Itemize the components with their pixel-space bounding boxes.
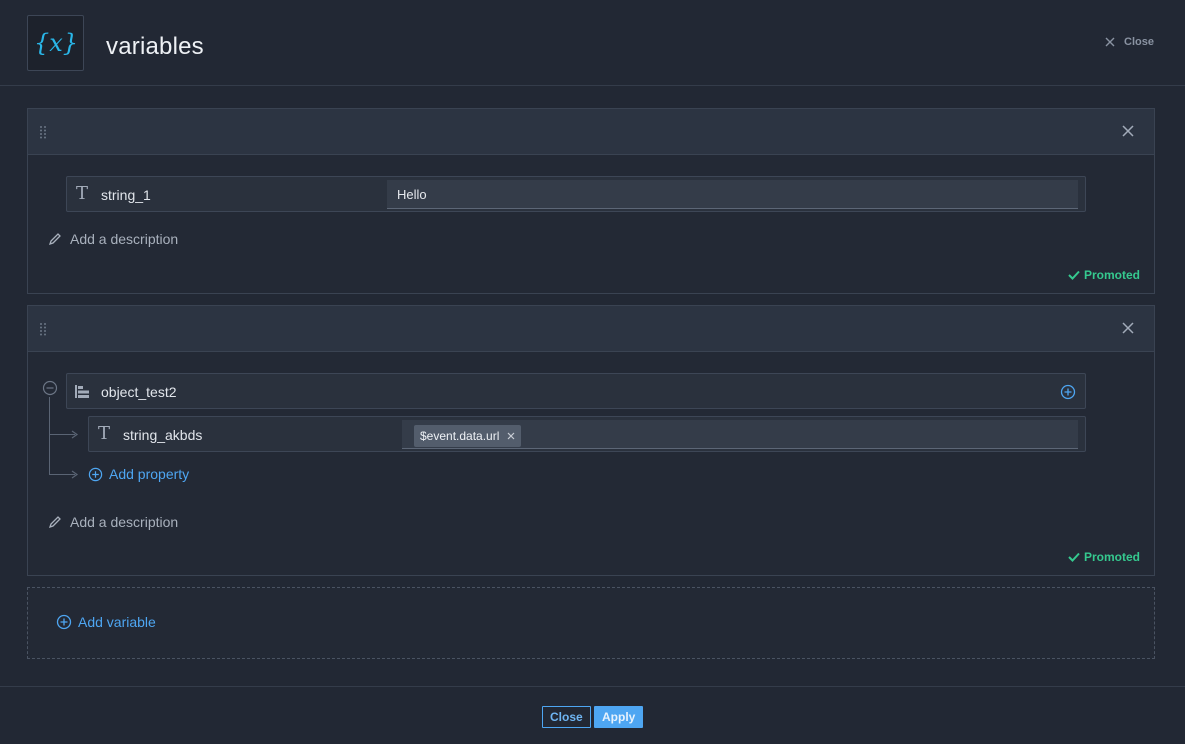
- variable-name: object_test2: [101, 384, 177, 400]
- card-header: [28, 109, 1154, 155]
- variable-card: T string_1 Hello Add a description Promo…: [27, 108, 1155, 294]
- svg-text:{x}: {x}: [36, 29, 76, 57]
- drag-handle-icon[interactable]: [39, 322, 47, 336]
- variable-name: string_1: [101, 187, 151, 203]
- remove-variable-icon[interactable]: [1122, 322, 1134, 334]
- close-button[interactable]: Close: [542, 706, 591, 728]
- apply-button[interactable]: Apply: [594, 706, 644, 728]
- expression-chip: $event.data.url: [414, 425, 522, 447]
- close-dialog-button[interactable]: Close: [1105, 36, 1154, 48]
- status-label: Promoted: [1083, 268, 1140, 282]
- tree-arrow-icon: [71, 430, 79, 439]
- tree-arrow-icon: [71, 470, 79, 479]
- add-variable-zone: Add variable: [27, 587, 1155, 659]
- curly-x-icon: {x}: [36, 29, 76, 57]
- pencil-icon: [48, 516, 61, 529]
- pencil-icon: [48, 233, 61, 246]
- collapse-icon[interactable]: [42, 380, 58, 396]
- variable-row: T string_1 Hello: [66, 176, 1086, 212]
- property-row: T string_akbds $event.data.url: [88, 416, 1086, 452]
- status-label: Promoted: [1083, 550, 1140, 564]
- property-name: string_akbds: [123, 427, 203, 443]
- variables-logo: {x}: [27, 15, 84, 71]
- close-label: Close: [1124, 36, 1154, 48]
- chip-label: $event.data.url: [420, 429, 500, 443]
- add-property-button[interactable]: Add property: [88, 466, 189, 482]
- variable-card: object_test2 T string_akbds $event.data.…: [27, 305, 1155, 576]
- add-property-label: Add property: [109, 466, 190, 482]
- plus-circle-icon: [56, 614, 72, 630]
- chip-remove-icon[interactable]: [507, 432, 515, 440]
- add-variable-label: Add variable: [78, 614, 156, 630]
- add-description-link[interactable]: Add a description: [48, 514, 178, 530]
- add-description-link[interactable]: Add a description: [48, 231, 178, 247]
- dialog-footer: Close Apply: [0, 686, 1185, 744]
- object-variable-row: object_test2: [66, 373, 1086, 409]
- text-type-icon: T: [76, 183, 89, 204]
- add-property-icon[interactable]: [1060, 384, 1076, 400]
- variable-value-input[interactable]: Hello: [387, 180, 1078, 209]
- dialog-header: {x} variables Close: [0, 0, 1185, 86]
- object-type-icon: [75, 385, 89, 398]
- tree-line: [49, 397, 50, 475]
- description-label: Add a description: [70, 514, 179, 530]
- text-type-icon: T: [98, 423, 111, 444]
- status-badge: Promoted: [1068, 550, 1140, 564]
- status-badge: Promoted: [1068, 268, 1140, 282]
- property-value-input[interactable]: $event.data.url: [402, 420, 1078, 449]
- plus-circle-icon: [88, 467, 103, 481]
- description-label: Add a description: [70, 231, 179, 247]
- page-title: variables: [106, 33, 204, 60]
- check-icon: [1068, 552, 1080, 562]
- card-header: [28, 306, 1154, 352]
- remove-variable-icon[interactable]: [1122, 125, 1134, 137]
- check-icon: [1068, 270, 1080, 280]
- close-icon: [1105, 37, 1115, 47]
- add-variable-button[interactable]: Add variable: [56, 614, 156, 630]
- drag-handle-icon[interactable]: [39, 125, 47, 139]
